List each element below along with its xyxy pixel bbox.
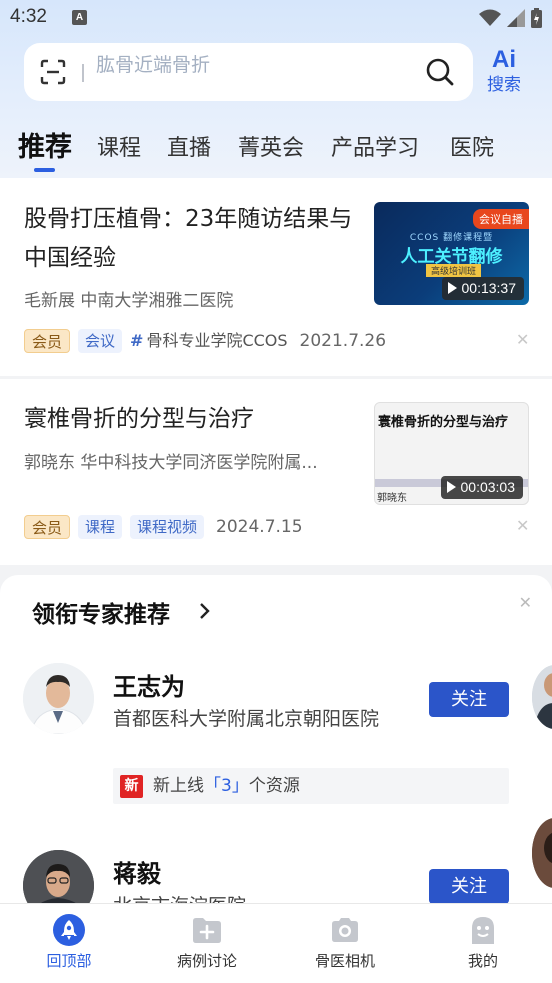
video-thumbnail[interactable]: 会议自播 CCOS 翻修课程暨 人工关节翻修 高级培训班 00:13:37	[374, 202, 529, 305]
profile-icon	[472, 917, 494, 944]
notification-icon: A	[72, 10, 87, 25]
nav-label: 我的	[467, 952, 498, 970]
duration-text: 00:03:03	[460, 479, 516, 495]
status-bar: 4:32 A	[0, 0, 552, 36]
feed-item-author: 毛新展 中南大学湘雅二医院	[24, 291, 234, 311]
new-suffix: 个资源	[248, 776, 300, 796]
feed-item-author: 郭晓东 华中科技大学同济医学院附属...	[24, 453, 318, 473]
nav-back-to-top[interactable]: 回顶部	[0, 904, 138, 983]
expert-name[interactable]: 王志为	[113, 667, 185, 702]
category-tabs: 推荐 课程 直播 菁英会 产品学习 医院	[0, 118, 552, 178]
ai-icon: Ai	[492, 46, 516, 73]
next-expert-avatar[interactable]	[532, 818, 552, 888]
avatar-image	[23, 663, 94, 734]
new-count: 「3」	[204, 776, 249, 796]
active-tab-indicator	[34, 168, 55, 172]
avatar[interactable]	[23, 663, 94, 734]
search-cursor	[82, 64, 84, 82]
search-icon[interactable]	[425, 57, 455, 87]
rocket-icon	[53, 914, 85, 946]
duration-text: 00:13:37	[461, 280, 517, 296]
expert-name[interactable]: 蒋毅	[113, 854, 161, 889]
dismiss-icon[interactable]: ✕	[516, 518, 529, 534]
thumb-author: 郭晓东	[377, 493, 407, 504]
avatar-image	[532, 818, 552, 888]
publish-date: 2021.7.26	[299, 331, 387, 351]
hashtag-text: 骨科专业学院CCOS	[146, 331, 288, 350]
battery-icon	[531, 8, 542, 28]
feed-item[interactable]: 寰椎骨折的分型与治疗 郭晓东 华中科技大学同济医学院附属... 寰椎骨折的分型与…	[0, 379, 552, 565]
tab-hospital[interactable]: 医院	[450, 130, 494, 162]
tag-member[interactable]: 会员	[24, 329, 71, 353]
ai-search-button[interactable]: Ai 搜索	[481, 46, 527, 96]
nav-camera[interactable]: 骨医相机	[276, 904, 414, 983]
thumb-badge: 会议自播	[473, 209, 529, 229]
tag-row: 会员 课程 课程视频 2024.7.15	[24, 515, 303, 539]
follow-button[interactable]: 关注	[429, 682, 509, 717]
tab-courses[interactable]: 课程	[97, 130, 141, 162]
ai-search-label: 搜索	[487, 75, 521, 95]
feed-item-title[interactable]: 股骨打压植骨：23年随访结果与中国经验	[24, 200, 354, 278]
new-resources-banner[interactable]: 新 新上线「3」个资源	[113, 768, 509, 804]
camera-icon	[332, 918, 358, 942]
video-duration: 00:13:37	[441, 277, 524, 300]
nav-case-discussion[interactable]: 病例讨论	[138, 904, 276, 983]
new-badge: 新	[120, 775, 143, 798]
dismiss-icon[interactable]: ✕	[516, 332, 529, 348]
tag-member[interactable]: 会员	[24, 515, 71, 539]
feed-item-title[interactable]: 寰椎骨折的分型与治疗	[24, 400, 354, 439]
tab-live[interactable]: 直播	[167, 130, 211, 162]
tag-course-video[interactable]: 课程视频	[130, 515, 205, 539]
tab-product-learning[interactable]: 产品学习	[331, 130, 419, 162]
tag-course[interactable]: 课程	[78, 515, 123, 539]
video-thumbnail[interactable]: 寰椎骨折的分型与治疗 郭晓东 00:03:03	[374, 402, 529, 505]
signal-icon	[507, 9, 525, 27]
nav-profile[interactable]: 我的	[414, 904, 552, 983]
tag-meeting[interactable]: 会议	[78, 329, 123, 353]
wifi-icon	[479, 9, 501, 26]
new-prefix: 新上线	[153, 776, 204, 796]
play-icon	[447, 282, 457, 294]
next-expert-avatar[interactable]	[532, 665, 552, 729]
chevron-right-icon[interactable]	[198, 602, 210, 620]
thumb-subtitle: 高级培训班	[426, 264, 482, 277]
status-time: 4:32	[10, 6, 47, 27]
status-icons	[479, 8, 542, 28]
close-icon[interactable]: ✕	[519, 593, 532, 612]
bottom-navigation: 回顶部 病例讨论 骨医相机 我的	[0, 903, 552, 983]
expert-hospital: 首都医科大学附属北京朝阳医院	[113, 708, 380, 730]
nav-label: 骨医相机	[314, 952, 375, 970]
search-input[interactable]: 肱骨近端骨折	[96, 50, 210, 77]
scan-icon[interactable]	[40, 59, 66, 85]
search-bar[interactable]: 肱骨近端骨折	[24, 43, 473, 101]
nav-label: 回顶部	[46, 952, 92, 970]
video-duration: 00:03:03	[440, 476, 523, 499]
follow-button[interactable]: 关注	[429, 869, 509, 904]
nav-label: 病例讨论	[176, 952, 237, 970]
avatar-image	[532, 665, 552, 729]
tag-hashtag[interactable]: # 骨科专业学院CCOS	[130, 329, 288, 353]
tag-row: 会员 会议 # 骨科专业学院CCOS 2021.7.26	[24, 329, 386, 353]
play-icon	[446, 481, 456, 493]
feed-item[interactable]: 股骨打压植骨：23年随访结果与中国经验 毛新展 中南大学湘雅二医院 会议自播 C…	[0, 178, 552, 376]
publish-date: 2024.7.15	[216, 517, 303, 537]
tab-elite-club[interactable]: 菁英会	[238, 130, 304, 162]
new-resources-text: 新上线「3」个资源	[153, 768, 300, 804]
folder-plus-icon	[193, 918, 221, 943]
tab-recommend[interactable]: 推荐	[18, 125, 72, 164]
section-title[interactable]: 领衔专家推荐	[32, 595, 170, 629]
thumb-title: 寰椎骨折的分型与治疗	[378, 415, 509, 430]
